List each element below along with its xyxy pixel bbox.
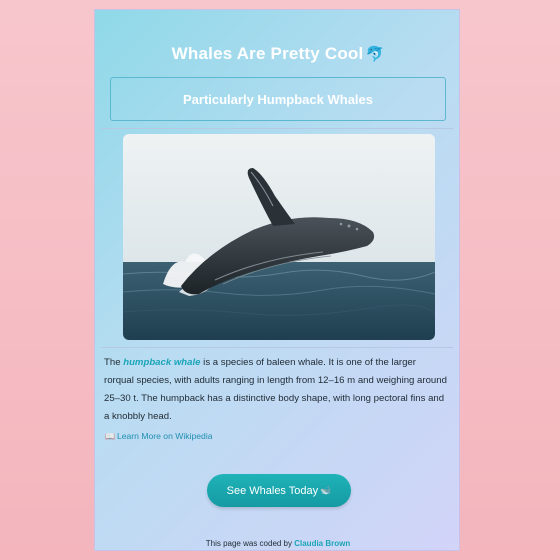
footer: This page was coded by Claudia Brown <box>95 539 461 548</box>
book-icon: 📖 <box>105 431 115 441</box>
page-title-text: Whales Are Pretty Cool <box>171 44 364 63</box>
author-link[interactable]: Claudia Brown <box>294 539 350 548</box>
subtitle-box: Particularly Humpback Whales <box>110 77 446 121</box>
divider <box>101 347 453 348</box>
humpback-whale-link[interactable]: humpback whale <box>123 357 200 368</box>
whale-description: The humpback whale is a species of balee… <box>104 354 448 426</box>
whale-icon: 🐋 <box>320 485 332 495</box>
see-whales-button-label: See Whales Today <box>226 484 319 497</box>
wikipedia-link[interactable]: 📖 Learn More on Wikipedia <box>105 431 213 441</box>
footer-prefix: This page was coded by <box>205 539 295 548</box>
divider <box>101 128 453 129</box>
whale-image <box>123 134 435 340</box>
humpback-whale-illustration <box>123 134 435 340</box>
see-whales-button[interactable]: See Whales Today 🐋 <box>207 474 351 507</box>
description-prefix: The <box>104 357 124 368</box>
dolphin-icon: 🐬 <box>365 46 385 63</box>
subtitle: Particularly Humpback Whales <box>182 91 373 107</box>
page-title: Whales Are Pretty Cool 🐬 <box>95 44 461 64</box>
wikipedia-link-label[interactable]: Learn More on Wikipedia <box>117 431 213 441</box>
content-card: Whales Are Pretty Cool 🐬 Particularly Hum… <box>94 9 460 551</box>
